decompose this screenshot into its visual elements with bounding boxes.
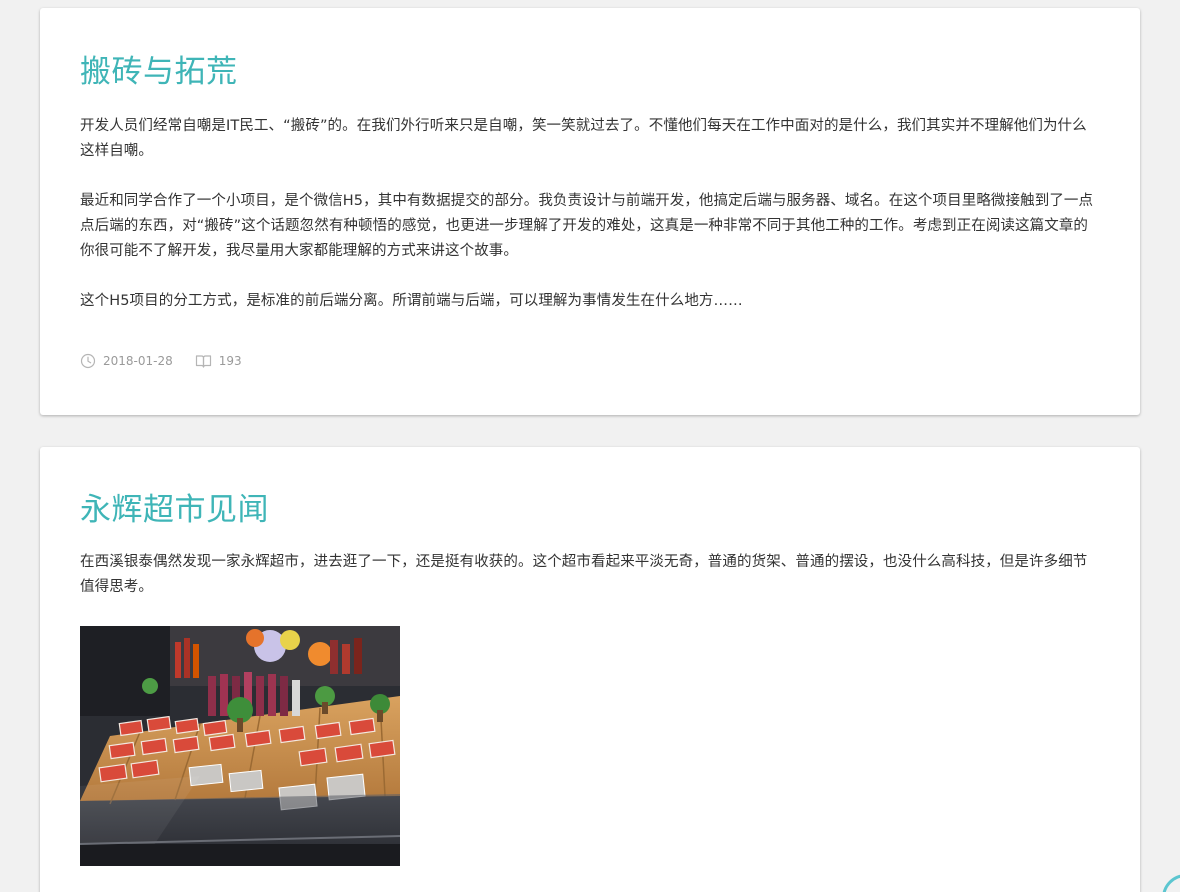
post-card: 搬砖与拓荒 开发人员们经常自嘲是IT民工、“搬砖”的。在我们外行听来只是自嘲，笑… [40, 8, 1140, 415]
post-date: 2018-01-28 [80, 353, 173, 369]
post-paragraph: 开发人员们经常自嘲是IT民工、“搬砖”的。在我们外行听来只是自嘲，笑一笑就过去了… [80, 118, 1087, 159]
post-card: 永辉超市见闻 在西溪银泰偶然发现一家永辉超市，进去逛了一下，还是挺有收获的。这个… [40, 447, 1140, 892]
post-feed: 搬砖与拓荒 开发人员们经常自嘲是IT民工、“搬砖”的。在我们外行听来只是自嘲，笑… [0, 0, 1180, 892]
post-paragraph: 这个H5项目的分工方式，是标准的前后端分离。所谓前端与后端，可以理解为事情发生在… [80, 293, 743, 309]
post-paragraph: 最近和同学合作了一个小项目，是个微信H5，其中有数据提交的部分。我负责设计与前端… [80, 193, 1094, 259]
post-image[interactable] [80, 626, 400, 866]
book-icon [195, 355, 211, 368]
post-title[interactable]: 搬砖与拓荒 [80, 52, 1100, 92]
post-meta: 2018-01-28 193 [80, 353, 1100, 369]
post-date-text: 2018-01-28 [103, 354, 173, 368]
post-excerpt: 在西溪银泰偶然发现一家永辉超市，进去逛了一下，还是挺有收获的。这个超市看起来平淡… [80, 550, 1100, 600]
post-reads: 193 [195, 353, 242, 369]
corner-decoration [1162, 874, 1180, 892]
post-title[interactable]: 永辉超市见闻 [80, 490, 1100, 530]
clock-icon [80, 353, 96, 369]
post-reads-count: 193 [218, 354, 242, 368]
post-excerpt: 开发人员们经常自嘲是IT民工、“搬砖”的。在我们外行听来只是自嘲，笑一笑就过去了… [80, 114, 1100, 314]
post-paragraph: 在西溪银泰偶然发现一家永辉超市，进去逛了一下，还是挺有收获的。这个超市看起来平淡… [80, 554, 1088, 595]
